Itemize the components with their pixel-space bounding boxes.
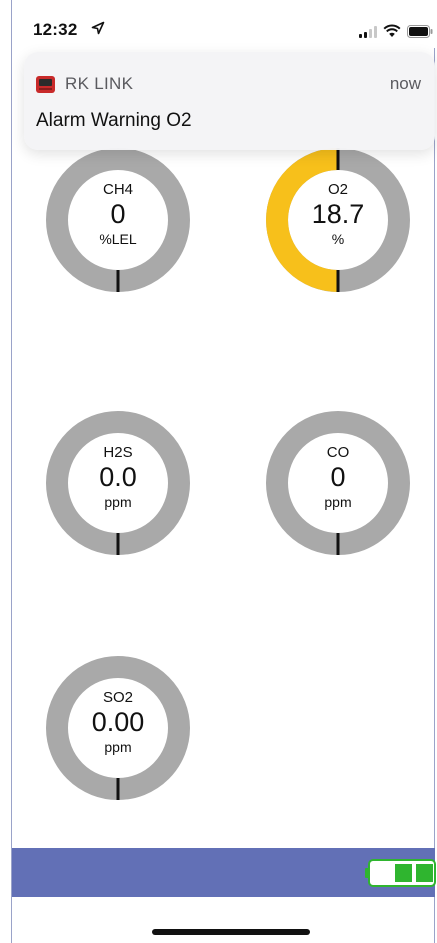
gauge-value: 18.7 xyxy=(311,199,365,229)
window-edge-right xyxy=(434,0,435,943)
gauge-co[interactable]: CO 0 ppm xyxy=(265,410,411,556)
gauge-name: SO2 xyxy=(102,689,133,706)
notification-app-name: RK LINK xyxy=(65,74,134,93)
gauge-unit: ppm xyxy=(104,494,132,510)
status-bar: 12:32 xyxy=(12,0,435,48)
notification-banner[interactable]: RK LINK now Alarm Warning O2 xyxy=(24,52,435,150)
home-indicator[interactable] xyxy=(152,929,310,935)
gauge-name: H2S xyxy=(103,444,133,461)
gauge-name: CH4 xyxy=(102,181,133,198)
gauge-value: 0.00 xyxy=(91,707,145,737)
gauge-name: O2 xyxy=(327,181,348,198)
signal-icon xyxy=(359,26,377,38)
gauge-unit: ppm xyxy=(104,739,132,755)
wifi-icon xyxy=(383,24,401,37)
gauge-h2s[interactable]: H2S 0.0 ppm xyxy=(45,410,191,556)
rk-link-app-icon xyxy=(36,76,55,93)
app-screen: 12:32 RK LINK now Alarm Warning O2 CH4 0… xyxy=(0,0,437,943)
gauge-value: 0 xyxy=(110,199,126,229)
notification-time: now xyxy=(389,74,421,93)
gauge-unit: ppm xyxy=(324,494,352,510)
gauge-ch4[interactable]: CH4 0 %LEL xyxy=(45,147,191,293)
notification-message: Alarm Warning O2 xyxy=(36,110,192,131)
status-icons xyxy=(359,24,433,38)
window-edge-left xyxy=(11,0,12,943)
status-time: 12:32 xyxy=(33,20,78,39)
battery-icon xyxy=(407,25,433,38)
gauge-value: 0 xyxy=(330,462,346,492)
gauge-so2[interactable]: SO2 0.00 ppm xyxy=(45,655,191,801)
gauge-o2[interactable]: O2 18.7 % xyxy=(265,147,411,293)
device-battery-icon xyxy=(365,859,436,887)
gauge-unit: %LEL xyxy=(99,231,137,247)
bottom-bar xyxy=(12,848,436,897)
location-arrow-icon xyxy=(91,21,105,35)
gauge-name: CO xyxy=(326,444,350,461)
gauge-value: 0.0 xyxy=(99,462,137,492)
gauge-unit: % xyxy=(331,231,345,247)
